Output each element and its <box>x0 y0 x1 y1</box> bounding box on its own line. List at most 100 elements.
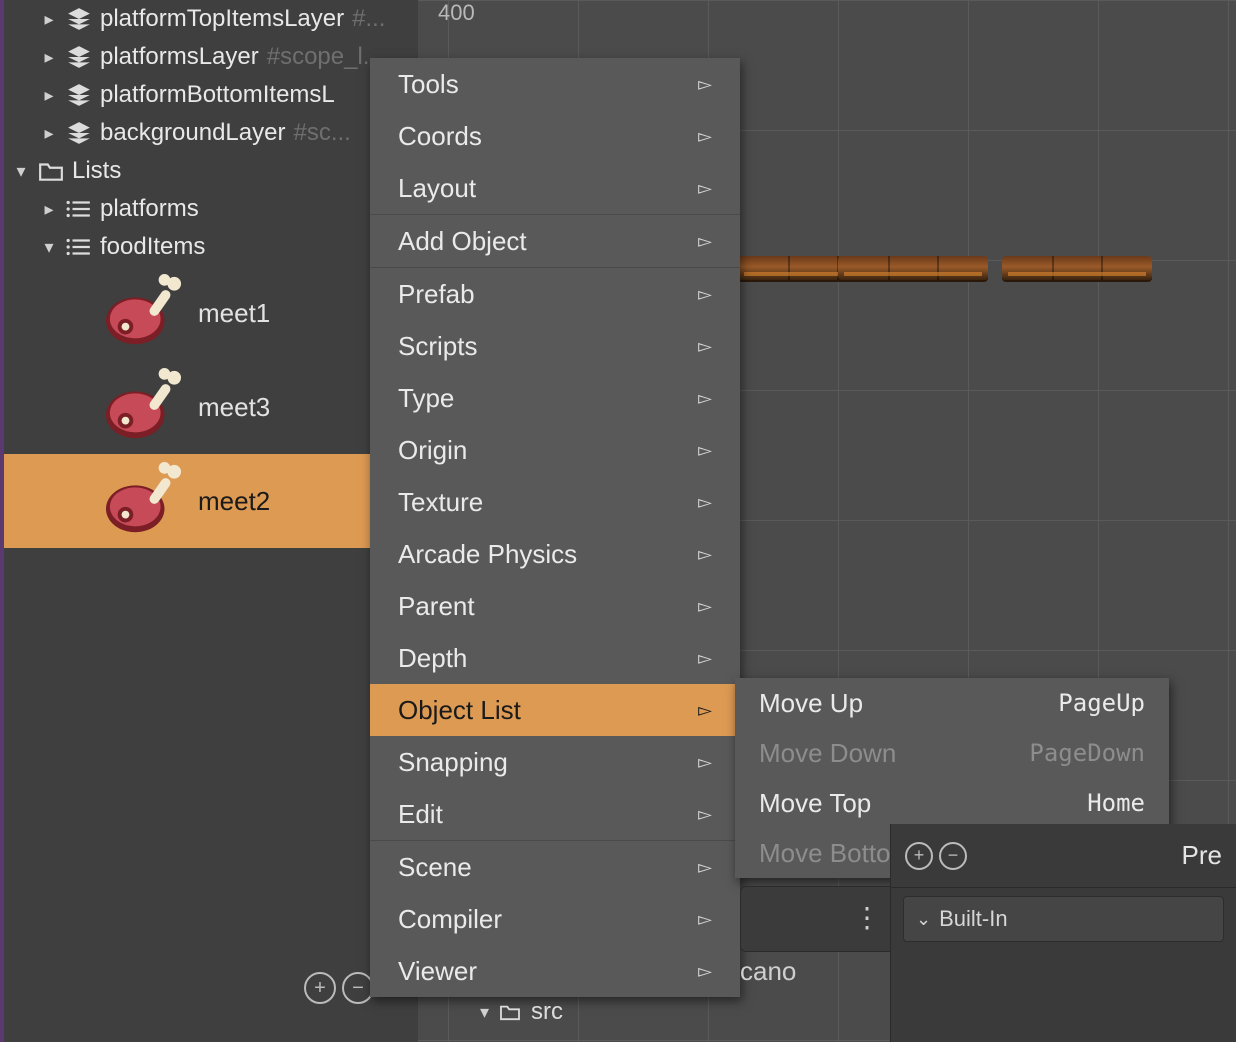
ctx-viewer[interactable]: Viewer▻ <box>370 945 740 997</box>
collapse-icon[interactable]: ▾ <box>480 1002 489 1023</box>
list-icon <box>66 198 92 220</box>
ctx-coords[interactable]: Coords▻ <box>370 110 740 162</box>
chevron-down-icon: ⌄ <box>916 909 931 930</box>
layer-icon <box>66 44 92 70</box>
ctx-compiler[interactable]: Compiler▻ <box>370 893 740 945</box>
tree-row-layer[interactable]: ▸ platformTopItemsLayer #... <box>4 0 418 38</box>
layer-icon <box>66 6 92 32</box>
move-top[interactable]: Move TopHome <box>735 778 1169 828</box>
submenu-arrow-icon: ▻ <box>698 388 712 409</box>
ctx-prefab[interactable]: Prefab▻ <box>370 268 740 320</box>
tab-label[interactable]: Pre <box>1182 840 1222 871</box>
right-panel-fragment: + − Pre ⌄ Built-In <box>890 824 1236 1042</box>
expand-icon[interactable]: ▸ <box>40 199 58 220</box>
submenu-arrow-icon: ▻ <box>698 231 712 252</box>
ctx-layout[interactable]: Layout▻ <box>370 162 740 214</box>
ctx-arcade-physics[interactable]: Arcade Physics▻ <box>370 528 740 580</box>
list-name: foodItems <box>100 233 205 261</box>
ctx-texture[interactable]: Texture▻ <box>370 476 740 528</box>
collapse-icon[interactable]: ▾ <box>40 237 58 258</box>
text-fragment-cano: cano <box>740 956 796 987</box>
submenu-arrow-icon: ▻ <box>698 178 712 199</box>
expand-icon[interactable]: ▸ <box>40 9 58 30</box>
lists-label: Lists <box>72 157 121 185</box>
zoom-out-button[interactable]: − <box>939 842 967 870</box>
ctx-object-list[interactable]: Object List▻ <box>370 684 740 736</box>
layer-icon <box>66 120 92 146</box>
submenu-arrow-icon: ▻ <box>698 961 712 982</box>
meat-icon <box>100 368 188 446</box>
list-item-food-selected[interactable]: meet2 <box>4 454 418 548</box>
submenu-arrow-icon: ▻ <box>698 492 712 513</box>
list-name: platforms <box>100 195 199 223</box>
submenu-arrow-icon: ▻ <box>698 857 712 878</box>
context-menu: Tools▻ Coords▻ Layout▻ Add Object▻ Prefa… <box>370 58 740 997</box>
layer-tag: #sc... <box>293 119 350 147</box>
move-up[interactable]: Move UpPageUp <box>735 678 1169 728</box>
ctx-snapping[interactable]: Snapping▻ <box>370 736 740 788</box>
submenu-arrow-icon: ▻ <box>698 284 712 305</box>
food-name: meet2 <box>198 486 270 517</box>
shortcut: PageDown <box>1029 739 1145 767</box>
food-name: meet3 <box>198 392 270 423</box>
submenu-arrow-icon: ▻ <box>698 126 712 147</box>
submenu-arrow-icon: ▻ <box>698 336 712 357</box>
expand-icon[interactable]: ▸ <box>40 47 58 68</box>
submenu-arrow-icon: ▻ <box>698 440 712 461</box>
ctx-scene[interactable]: Scene▻ <box>370 841 740 893</box>
platform-sprite[interactable] <box>838 256 988 280</box>
file-tree-fragment[interactable]: ▾ src <box>480 998 563 1026</box>
ctx-edit[interactable]: Edit▻ <box>370 788 740 840</box>
move-down[interactable]: Move DownPageDown <box>735 728 1169 778</box>
meat-icon <box>100 462 188 540</box>
expand-icon[interactable]: ▸ <box>40 123 58 144</box>
tree-row-lists[interactable]: ▾ Lists <box>4 152 418 190</box>
ctx-parent[interactable]: Parent▻ <box>370 580 740 632</box>
builtin-label: Built-In <box>939 906 1007 932</box>
search-bar-fragment[interactable]: ⋮ <box>740 886 896 952</box>
submenu-arrow-icon: ▻ <box>698 596 712 617</box>
ctx-type[interactable]: Type▻ <box>370 372 740 424</box>
submenu-arrow-icon: ▻ <box>698 544 712 565</box>
zoom-in-button[interactable]: + <box>905 842 933 870</box>
folder-icon <box>38 160 64 182</box>
layer-name: platformsLayer <box>100 43 259 71</box>
submenu-arrow-icon: ▻ <box>698 752 712 773</box>
tree-row-list[interactable]: ▾ foodItems <box>4 228 418 266</box>
list-item-food[interactable]: meet3 <box>4 360 418 454</box>
submenu-arrow-icon: ▻ <box>698 74 712 95</box>
list-icon <box>66 236 92 258</box>
submenu-arrow-icon: ▻ <box>698 804 712 825</box>
tree-row-list[interactable]: ▸ platforms <box>4 190 418 228</box>
ctx-add-object[interactable]: Add Object▻ <box>370 215 740 267</box>
outline-panel: ▸ platformTopItemsLayer #... ▸ platforms… <box>0 0 418 1042</box>
tree-row-layer[interactable]: ▸ backgroundLayer #sc... <box>4 114 418 152</box>
ctx-depth[interactable]: Depth▻ <box>370 632 740 684</box>
ctx-scripts[interactable]: Scripts▻ <box>370 320 740 372</box>
meat-icon <box>100 274 188 352</box>
tree-row-layer[interactable]: ▸ platformsLayer #scope_l... <box>4 38 418 76</box>
builtin-dropdown[interactable]: ⌄ Built-In <box>903 896 1224 942</box>
more-menu-icon[interactable]: ⋮ <box>853 901 881 934</box>
collapse-icon[interactable]: ▾ <box>12 161 30 182</box>
zoom-controls: + − <box>304 972 374 1004</box>
layer-icon <box>66 82 92 108</box>
ctx-origin[interactable]: Origin▻ <box>370 424 740 476</box>
list-item-food[interactable]: meet1 <box>4 266 418 360</box>
tree-row-layer[interactable]: ▸ platformBottomItemsL <box>4 76 418 114</box>
zoom-in-button[interactable]: + <box>304 972 336 1004</box>
food-name: meet1 <box>198 298 270 329</box>
ctx-tools[interactable]: Tools▻ <box>370 58 740 110</box>
submenu-arrow-icon: ▻ <box>698 909 712 930</box>
platform-sprite[interactable] <box>1002 256 1152 280</box>
submenu-arrow-icon: ▻ <box>698 648 712 669</box>
right-panel-header: + − Pre <box>891 824 1236 888</box>
layer-name: platformBottomItemsL <box>100 81 335 109</box>
shortcut: Home <box>1087 789 1145 817</box>
shortcut: PageUp <box>1058 689 1145 717</box>
layer-tag: #... <box>352 5 385 33</box>
layer-tag: #scope_l... <box>267 43 383 71</box>
expand-icon[interactable]: ▸ <box>40 85 58 106</box>
submenu-arrow-icon: ▻ <box>698 700 712 721</box>
folder-icon <box>499 1003 521 1021</box>
